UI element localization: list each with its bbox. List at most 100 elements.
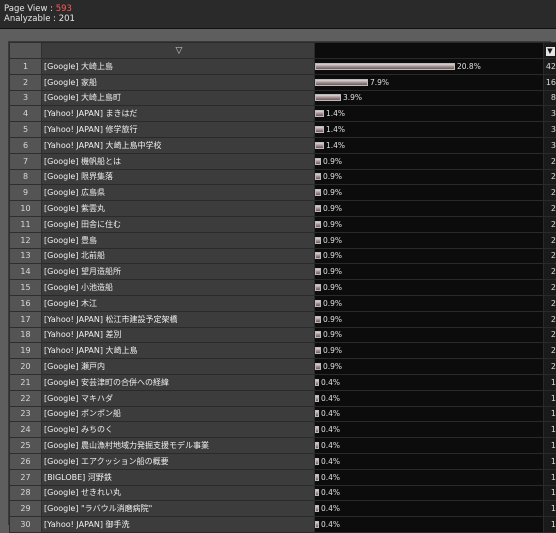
table-row: 20[Google] 瀬戸内0.9%2 <box>10 359 556 375</box>
percent-bar <box>315 458 319 465</box>
sort-desc-icon[interactable]: ▽ <box>176 46 183 56</box>
row-percent-label: 0.9% <box>323 157 342 166</box>
row-keyword[interactable]: [Google] 北前船 <box>42 248 315 264</box>
row-keyword[interactable]: [Google] 望月造船所 <box>42 264 315 280</box>
table-row: 2[Google] 家船7.9%16 <box>10 74 556 90</box>
row-index: 18 <box>10 327 42 343</box>
row-percent-cell: 0.9% <box>315 201 544 217</box>
keyword-column-header[interactable]: ▽ <box>42 43 315 59</box>
row-index: 15 <box>10 280 42 296</box>
row-percent-cell: 0.9% <box>315 280 544 296</box>
row-percent-cell: 0.4% <box>315 469 544 485</box>
row-percent-label: 0.4% <box>321 394 340 403</box>
row-percent-cell: 1.4% <box>315 122 544 138</box>
table-row: 8[Google] 限界集落0.9%2 <box>10 169 556 185</box>
row-count: 2 <box>544 280 556 296</box>
row-percent-cell: 0.9% <box>315 232 544 248</box>
row-percent-label: 0.4% <box>321 441 340 450</box>
row-count: 2 <box>544 169 556 185</box>
count-sort-icon[interactable]: ▼ <box>546 47 555 56</box>
table-row: 7[Google] 機帆船とは0.9%2 <box>10 153 556 169</box>
percent-bar <box>315 489 319 496</box>
row-index: 2 <box>10 74 42 90</box>
row-percent-label: 0.9% <box>323 251 342 260</box>
row-keyword[interactable]: [Google] 大崎上島町 <box>42 90 315 106</box>
row-keyword[interactable]: [Google] 小池造船 <box>42 280 315 296</box>
row-keyword[interactable]: [Google] 限界集落 <box>42 169 315 185</box>
row-keyword[interactable]: [Google] 農山漁村地域力発掘支援モデル事業 <box>42 438 315 454</box>
row-index: 1 <box>10 59 42 75</box>
row-keyword[interactable]: [Yahoo! JAPAN] 修学旅行 <box>42 122 315 138</box>
row-count: 2 <box>544 248 556 264</box>
row-index: 25 <box>10 438 42 454</box>
row-count: 3 <box>544 137 556 153</box>
table-row: 14[Google] 望月造船所0.9%2 <box>10 264 556 280</box>
row-keyword[interactable]: [BIGLOBE] 河野鉄 <box>42 469 315 485</box>
row-keyword[interactable]: [Google] "ラバウル消磨病院" <box>42 501 315 517</box>
row-keyword[interactable]: [Google] 広島県 <box>42 185 315 201</box>
row-percent-label: 0.9% <box>323 283 342 292</box>
row-index: 24 <box>10 422 42 438</box>
table-row: 10[Google] 紫雲丸0.9%2 <box>10 201 556 217</box>
summary-header: Page View : 593 Analyzable : 201 <box>0 0 556 29</box>
row-index: 3 <box>10 90 42 106</box>
row-keyword[interactable]: [Google] 紫雲丸 <box>42 201 315 217</box>
row-count: 2 <box>544 311 556 327</box>
row-percent-label: 0.9% <box>323 220 342 229</box>
row-keyword[interactable]: [Yahoo! JAPAN] 松江市建設予定架橋 <box>42 311 315 327</box>
row-percent-label: 1.4% <box>326 109 345 118</box>
row-count: 2 <box>544 264 556 280</box>
row-percent-label: 0.4% <box>321 488 340 497</box>
row-keyword[interactable]: [Google] 田舎に住む <box>42 216 315 232</box>
row-keyword[interactable]: [Yahoo! JAPAN] 御手洗 <box>42 517 315 533</box>
percent-bar <box>315 94 341 101</box>
row-percent-cell: 1.4% <box>315 106 544 122</box>
row-percent-cell: 0.9% <box>315 359 544 375</box>
row-keyword[interactable]: [Yahoo! JAPAN] まきはだ <box>42 106 315 122</box>
row-index: 10 <box>10 201 42 217</box>
row-keyword[interactable]: [Google] 豊島 <box>42 232 315 248</box>
row-keyword[interactable]: [Google] 大崎上島 <box>42 59 315 75</box>
row-keyword[interactable]: [Yahoo! JAPAN] 差別 <box>42 327 315 343</box>
row-count: 3 <box>544 122 556 138</box>
row-keyword[interactable]: [Google] 機帆船とは <box>42 153 315 169</box>
row-keyword[interactable]: [Google] マキハダ <box>42 390 315 406</box>
percent-bar <box>315 331 321 338</box>
row-keyword[interactable]: [Yahoo! JAPAN] 大崎上島 <box>42 343 315 359</box>
percent-bar <box>315 363 321 370</box>
row-percent-cell: 0.9% <box>315 311 544 327</box>
percent-bar <box>315 426 319 433</box>
percent-bar <box>315 316 321 323</box>
row-percent-label: 0.9% <box>323 188 342 197</box>
row-keyword[interactable]: [Google] 家船 <box>42 74 315 90</box>
row-index: 21 <box>10 374 42 390</box>
row-percent-label: 0.9% <box>323 346 342 355</box>
row-keyword[interactable]: [Google] 木江 <box>42 295 315 311</box>
row-keyword[interactable]: [Google] ポンポン船 <box>42 406 315 422</box>
row-index: 9 <box>10 185 42 201</box>
percent-bar <box>315 300 321 307</box>
count-column-header[interactable]: ▼ <box>544 43 556 59</box>
row-index: 17 <box>10 311 42 327</box>
row-count: 2 <box>544 295 556 311</box>
row-percent-label: 0.9% <box>323 236 342 245</box>
row-keyword[interactable]: [Google] エアクッション船の概要 <box>42 453 315 469</box>
row-percent-cell: 7.9% <box>315 74 544 90</box>
table-body: 1[Google] 大崎上島20.8%422[Google] 家船7.9%163… <box>10 59 556 533</box>
row-count: 2 <box>544 153 556 169</box>
percent-bar <box>315 79 368 86</box>
row-keyword[interactable]: [Google] 瀬戸内 <box>42 359 315 375</box>
row-percent-label: 0.4% <box>321 457 340 466</box>
row-percent-cell: 0.4% <box>315 438 544 454</box>
row-keyword[interactable]: [Google] せきれい丸 <box>42 485 315 501</box>
row-index: 6 <box>10 137 42 153</box>
row-index: 4 <box>10 106 42 122</box>
row-percent-label: 0.9% <box>323 299 342 308</box>
row-keyword[interactable]: [Google] みちのく <box>42 422 315 438</box>
row-keyword[interactable]: [Google] 安芸津町の合併への経緯 <box>42 374 315 390</box>
row-keyword[interactable]: [Yahoo! JAPAN] 大崎上島中学校 <box>42 137 315 153</box>
percent-bar <box>315 410 319 417</box>
percent-bar <box>315 126 324 133</box>
row-percent-label: 0.4% <box>321 520 340 529</box>
table-row: 25[Google] 農山漁村地域力発掘支援モデル事業0.4%1 <box>10 438 556 454</box>
